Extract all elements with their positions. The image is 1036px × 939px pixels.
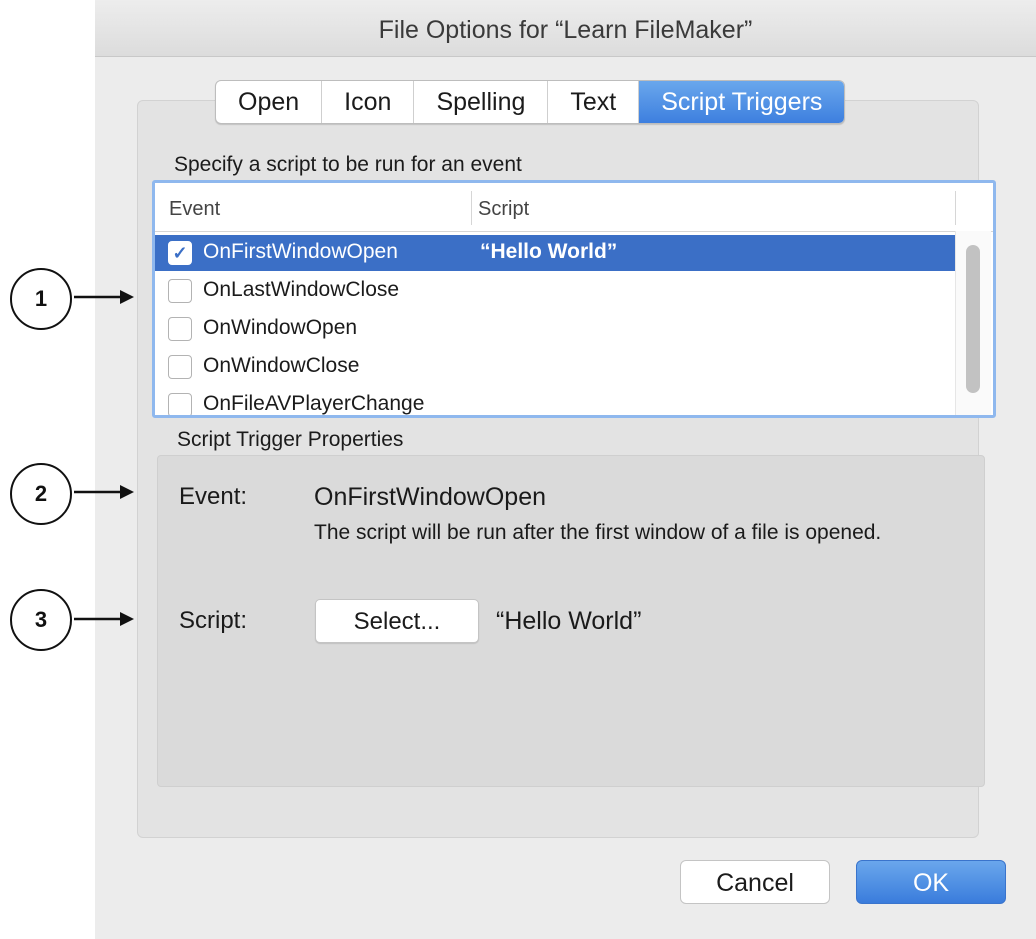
checkbox-onlastwindowclose[interactable] [168,279,192,303]
callout-number: 1 [34,286,48,311]
event-name: OnWindowOpen [203,316,358,339]
tab-icon[interactable]: Icon [322,81,415,123]
tab-text[interactable]: Text [548,81,640,123]
arrow-right-icon [74,485,134,499]
tab-open[interactable]: Open [216,81,323,123]
select-script-button[interactable]: Select... [315,599,479,643]
column-header-event[interactable]: Event [169,198,220,221]
tab-script-triggers[interactable]: Script Triggers [639,81,845,123]
tab-spelling[interactable]: Spelling [414,81,549,123]
column-divider [471,191,472,225]
column-divider [955,191,956,225]
event-label: Event: [179,483,248,510]
checkbox-onfileavplayerchange[interactable] [168,393,192,415]
ok-button[interactable]: OK [856,860,1006,904]
list-item[interactable]: OnWindowOpen [155,311,955,347]
list-item[interactable]: OnLastWindowClose [155,273,955,309]
callout-1: 1 [8,266,74,332]
callout-2: 2 [8,461,74,527]
list-header: Event Script [155,183,993,232]
list-item[interactable]: OnWindowClose [155,349,955,385]
event-name: OnLastWindowClose [203,278,400,301]
cancel-button[interactable]: Cancel [680,860,830,904]
event-name: OnFileAVPlayerChange [203,392,425,415]
callout-number: 3 [34,607,48,632]
list-item[interactable]: OnFileAVPlayerChange [155,387,955,415]
scrollbar-thumb[interactable] [966,245,980,393]
script-value: “Hello World” [496,607,642,635]
event-name: OnWindowClose [203,354,360,377]
script-name: “Hello World” [480,240,618,263]
column-header-script[interactable]: Script [478,198,529,221]
event-description: The script will be run after the first w… [314,521,882,544]
trigger-properties-box: Event: OnFirstWindowOpen The script will… [157,455,985,787]
window-title: File Options for “Learn FileMaker” [95,0,1036,57]
callout-3: 3 [8,587,74,653]
event-list-caption: Specify a script to be run for an event [174,153,522,176]
checkbox-onwindowopen[interactable] [168,317,192,341]
script-label: Script: [179,607,248,634]
checkbox-onwindowclose[interactable] [168,355,192,379]
tab-bar: Open Icon Spelling Text Script Triggers [215,80,846,124]
list-scrollbar[interactable] [955,231,991,415]
checkbox-onfirstwindowopen[interactable]: ✓ [168,241,192,265]
event-name: OnFirstWindowOpen [203,240,398,263]
event-list[interactable]: Event Script ✓ OnFirstWindowOpen “Hello … [152,180,996,418]
callout-number: 2 [34,481,48,506]
arrow-right-icon [74,290,134,304]
properties-caption: Script Trigger Properties [177,428,404,451]
event-value: OnFirstWindowOpen [314,483,547,511]
arrow-right-icon [74,612,134,626]
list-item[interactable]: ✓ OnFirstWindowOpen “Hello World” [155,235,955,271]
